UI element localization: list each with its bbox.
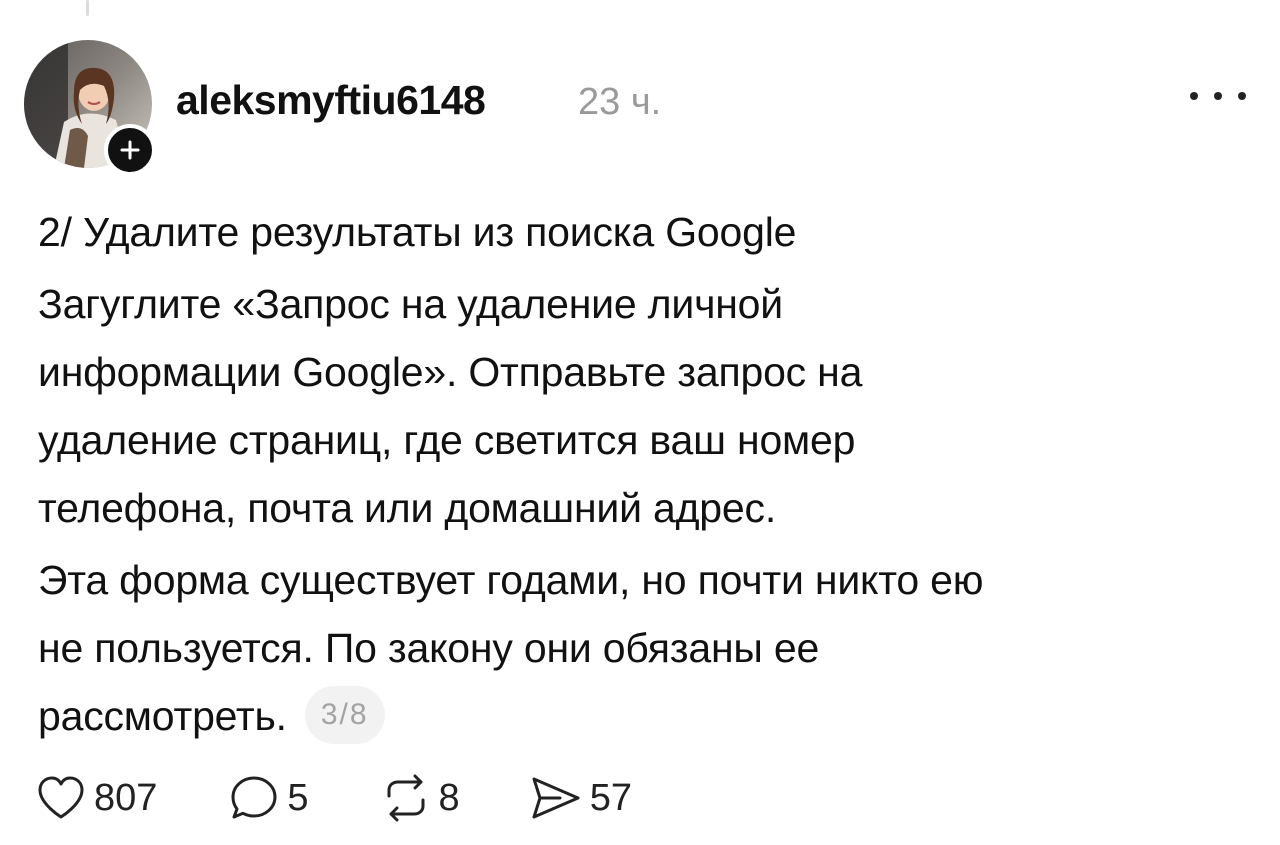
reply-count: 5 bbox=[287, 777, 309, 819]
share-button[interactable]: 57 bbox=[530, 770, 632, 826]
repost-count: 8 bbox=[438, 777, 460, 819]
repost-arrows-icon bbox=[387, 774, 425, 822]
thread-page-indicator: 3/8 bbox=[304, 686, 385, 745]
send-icon bbox=[532, 777, 580, 819]
like-button[interactable]: 807 bbox=[36, 770, 157, 826]
post-body: 2/ Удалите результаты из поиска Google З… bbox=[38, 198, 1248, 750]
post-text-line: не пользуется. По закону они обязаны ее bbox=[38, 625, 820, 671]
post-text-line: информации Google». Отправьте запрос на bbox=[38, 349, 863, 395]
more-horizontal-icon bbox=[1238, 92, 1246, 100]
thread-connector-line bbox=[86, 0, 89, 16]
post-text-line: Загуглите «Запрос на удаление личной bbox=[38, 281, 783, 327]
heart-icon bbox=[38, 776, 84, 819]
author-username[interactable]: aleksmyftiu6148 bbox=[176, 76, 486, 124]
post-timestamp: 23 ч. bbox=[578, 81, 662, 123]
more-options-button[interactable] bbox=[1190, 84, 1246, 108]
like-count: 807 bbox=[94, 777, 158, 819]
repost-button[interactable]: 8 bbox=[381, 770, 460, 826]
comment-bubble-icon bbox=[231, 776, 277, 819]
more-horizontal-icon bbox=[1190, 92, 1198, 100]
plus-icon bbox=[120, 140, 140, 160]
follow-button[interactable] bbox=[104, 124, 156, 176]
post-text-line: телефона, почта или домашний адрес. bbox=[38, 485, 777, 531]
reply-button[interactable]: 5 bbox=[229, 770, 309, 826]
post-text-line: Эта форма существует годами, но почти ни… bbox=[38, 557, 984, 603]
post-text-line: рассмотреть. bbox=[38, 693, 287, 739]
more-horizontal-icon bbox=[1214, 92, 1222, 100]
author-avatar-container[interactable] bbox=[24, 40, 156, 176]
post-text-last-line: рассмотреть. 3/8 bbox=[38, 682, 1248, 750]
post-text-line: удаление страниц, где светится ваш номер bbox=[38, 417, 856, 463]
share-count: 57 bbox=[589, 777, 632, 819]
post-actions-bar: 807 5 8 57 bbox=[36, 770, 632, 826]
post-text-line: 2/ Удалите результаты из поиска Google bbox=[38, 209, 797, 255]
